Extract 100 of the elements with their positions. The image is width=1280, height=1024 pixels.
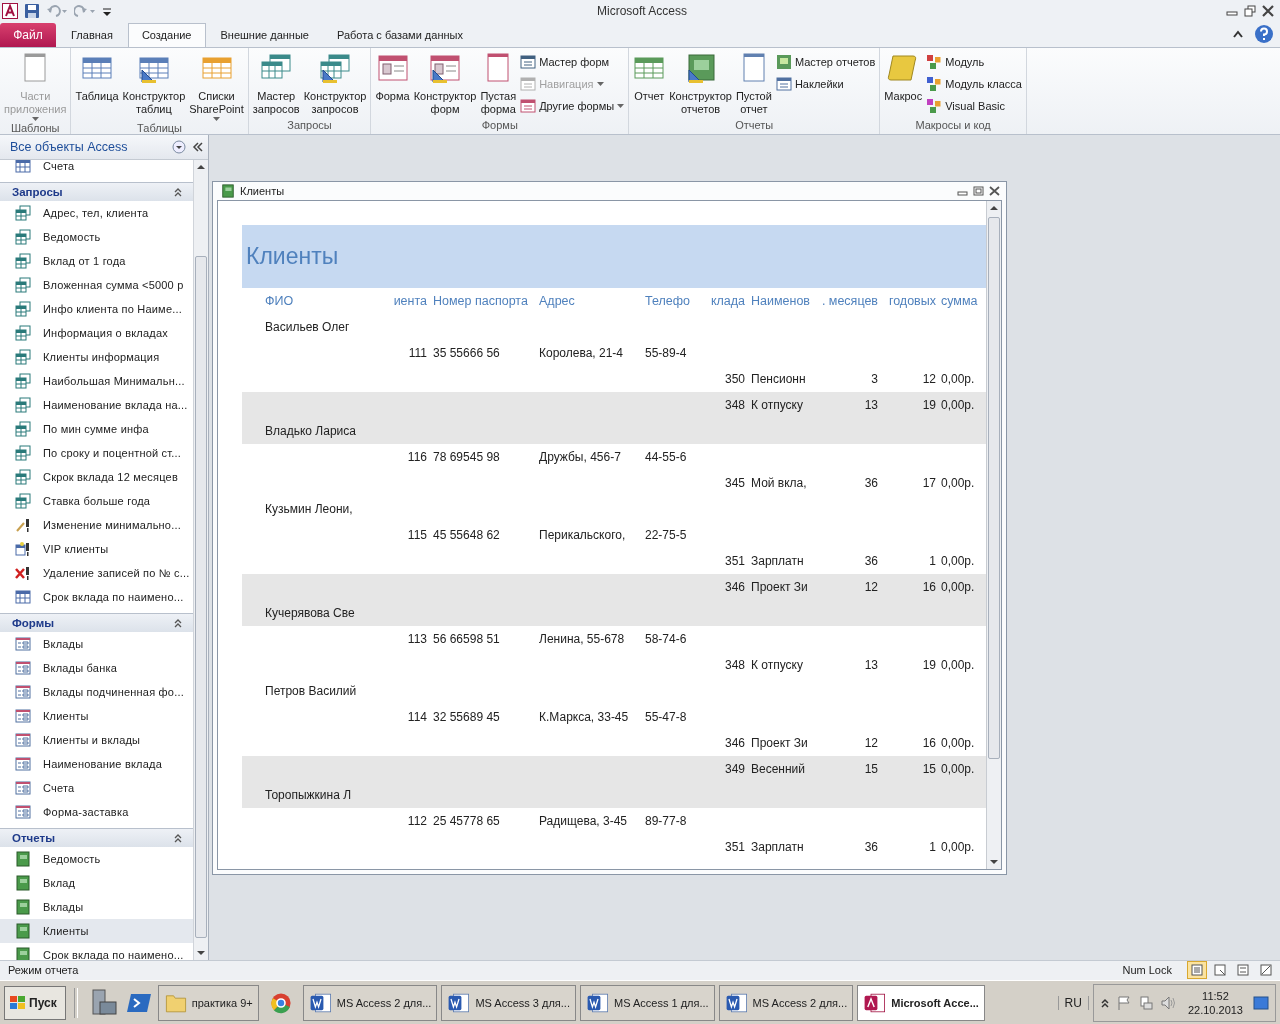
ribbon-button[interactable]: Мастер отчетов xyxy=(773,52,878,72)
nav-item[interactable]: Клиенты xyxy=(0,703,193,728)
ribbon-button[interactable]: Другие формы xyxy=(518,96,627,116)
nav-group-header[interactable]: Формы xyxy=(0,612,193,632)
nav-item[interactable]: Ставка больше года xyxy=(0,488,193,513)
volume-icon[interactable] xyxy=(1159,994,1178,1011)
restore-icon[interactable] xyxy=(973,185,984,196)
table-cell: 350 xyxy=(724,371,745,386)
nav-item[interactable]: Адрес, тел, клиента xyxy=(0,200,193,225)
start-button[interactable]: Пуск xyxy=(4,985,66,1020)
ribbon-button[interactable]: Модуль xyxy=(924,52,1024,72)
ribbon-button[interactable]: Конструктор форм xyxy=(411,50,479,117)
help-icon[interactable] xyxy=(1254,24,1274,45)
nav-item[interactable]: По мин сумме инфа xyxy=(0,416,193,441)
nav-item[interactable]: Скрок вклада 12 месяцев xyxy=(0,464,193,489)
report-view-button[interactable] xyxy=(1187,961,1207,980)
show-desktop-icon[interactable] xyxy=(1253,995,1269,1010)
access-logo-icon[interactable] xyxy=(2,2,18,19)
ribbon-button[interactable]: Мастер форм xyxy=(518,52,627,72)
nav-item[interactable]: Счета xyxy=(0,159,193,178)
ribbon-button[interactable]: Мастер запросов xyxy=(250,50,302,117)
query-icon xyxy=(15,420,31,437)
nav-item[interactable]: Удаление записей по № с... xyxy=(0,560,193,585)
nav-item[interactable]: Вклады подчиненная фо... xyxy=(0,679,193,704)
scrollbar[interactable] xyxy=(193,159,208,960)
ribbon-button[interactable]: Пустая форма xyxy=(478,50,519,117)
nav-item[interactable]: Форма-заставка xyxy=(0,799,193,824)
group-label: Макросы и код xyxy=(914,118,992,133)
collapse-pane-icon[interactable] xyxy=(192,141,204,152)
ribbon-button[interactable]: Таблица xyxy=(73,50,121,104)
ribbon-button[interactable]: Наклейки xyxy=(773,74,878,94)
chevron-icon[interactable] xyxy=(1099,996,1110,1009)
nav-item[interactable]: Вклад от 1 года xyxy=(0,248,193,273)
nav-item[interactable]: Наименование вклада на... xyxy=(0,392,193,417)
taskbar-button[interactable]: MS Access 1 для... xyxy=(580,984,715,1021)
ribbon-button[interactable]: Макрос xyxy=(882,50,925,104)
form-icon xyxy=(15,731,31,748)
nav-item[interactable]: Счета xyxy=(0,775,193,800)
save-icon[interactable] xyxy=(24,2,40,19)
nav-item[interactable]: Наибольшая Минимальн... xyxy=(0,368,193,393)
ribbon-tab[interactable]: Главная xyxy=(58,22,126,47)
nav-item[interactable]: Срок вклада по наимено... xyxy=(0,584,193,609)
close-icon[interactable] xyxy=(989,185,1000,196)
nav-item[interactable]: Клиенты xyxy=(0,918,193,943)
scrollbar[interactable] xyxy=(986,200,1001,869)
nav-item[interactable]: Вклад xyxy=(0,870,193,895)
nav-item[interactable]: Ведомость xyxy=(0,846,193,871)
network-icon[interactable] xyxy=(1137,994,1154,1011)
nav-item[interactable]: Наименование вклада xyxy=(0,751,193,776)
table-cell: 12 xyxy=(864,579,878,594)
query-icon xyxy=(15,300,31,317)
nav-item[interactable]: Вложенная сумма <5000 р xyxy=(0,272,193,297)
taskbar-button[interactable]: MS Access 3 для... xyxy=(441,984,576,1021)
ribbon-tab[interactable]: Создание xyxy=(127,22,206,47)
ribbon-button[interactable]: Форма xyxy=(373,50,412,104)
dropdown-icon[interactable] xyxy=(172,139,186,154)
table-cell-text: Зарплатн xyxy=(750,839,805,854)
nav-item[interactable]: Изменение минимально... xyxy=(0,512,193,537)
language-indicator[interactable]: RU xyxy=(1057,995,1089,1010)
ribbon-button[interactable]: Списки SharePoint xyxy=(187,50,246,122)
table-cell: 351 xyxy=(724,553,745,568)
column-header: сумма xyxy=(940,293,979,308)
table-cell-text: 55-89-4 xyxy=(644,345,688,360)
taskbar-button[interactable]: MS Access 2 для... xyxy=(302,984,438,1021)
taskbar-button[interactable]: MS Access 2 для... xyxy=(718,984,854,1021)
ribbon-button[interactable]: Модуль класса xyxy=(924,74,1024,94)
collapse-ribbon-icon[interactable] xyxy=(1232,29,1244,40)
clock-date[interactable]: 22.10.2013 xyxy=(1187,1002,1243,1017)
nav-item[interactable]: Клиенты информация xyxy=(0,344,193,369)
close-icon[interactable] xyxy=(1262,4,1274,17)
query-design-icon xyxy=(319,51,352,84)
nav-item[interactable]: По сроку и поцентной ст... xyxy=(0,440,193,465)
nav-group-header[interactable]: Отчеты xyxy=(0,827,193,847)
ribbon-button[interactable]: Конструктор запросов xyxy=(301,50,369,117)
report-icon xyxy=(15,946,31,960)
nav-item[interactable]: Ведомость xyxy=(0,224,193,249)
table-cell: 12 xyxy=(864,735,878,750)
nav-item[interactable]: Вклады xyxy=(0,631,193,656)
ribbon-tab[interactable]: Работа с базами данных xyxy=(323,22,476,47)
nav-item[interactable]: Вклады xyxy=(0,894,193,919)
terminal-icon[interactable] xyxy=(125,991,152,1014)
nav-item[interactable]: VIP клиенты xyxy=(0,536,193,561)
nav-group-header[interactable]: Запросы xyxy=(0,181,193,201)
taskbar-button[interactable]: Microsoft Acce... xyxy=(857,984,985,1021)
nav-item[interactable]: Информация о вкладах xyxy=(0,320,193,345)
restore-icon[interactable] xyxy=(1244,4,1256,17)
ribbon-button[interactable]: Отчет xyxy=(631,50,668,104)
ribbon-button[interactable]: Конструктор отчетов xyxy=(667,50,734,117)
ribbon-button[interactable]: Visual Basic xyxy=(924,96,1024,116)
clock-time[interactable]: 11:52 xyxy=(1202,988,1229,1003)
ribbon-tab[interactable]: Внешние данные xyxy=(207,22,322,47)
nav-item[interactable]: Клиенты и вклады xyxy=(0,727,193,752)
nav-item[interactable]: Инфо клиента по Наиме... xyxy=(0,296,193,321)
nav-item[interactable]: Вклады банка xyxy=(0,655,193,680)
taskbar-button[interactable]: практика 9+ xyxy=(157,984,259,1021)
ribbon-button[interactable]: Конструктор таблиц xyxy=(120,50,188,117)
flag-icon[interactable] xyxy=(1115,994,1132,1011)
ribbon-button[interactable]: Пустой отчет xyxy=(733,50,774,117)
collapse-icon xyxy=(173,617,183,628)
file-tab[interactable]: Файл xyxy=(0,22,56,47)
